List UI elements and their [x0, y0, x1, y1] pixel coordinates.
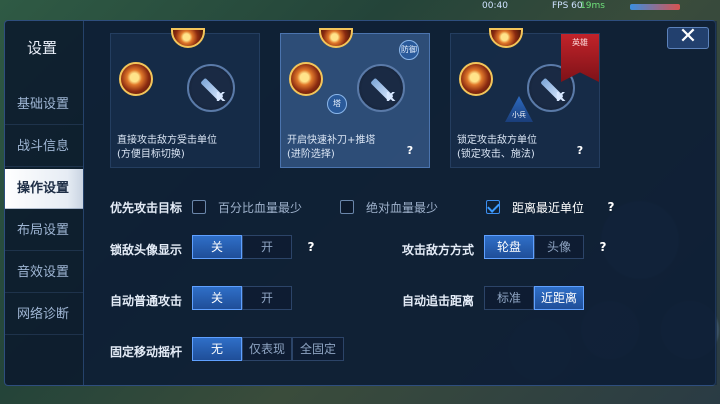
card-caption: 开启快速补刀+推塔 (进阶选择): [287, 135, 376, 160]
fps-readout: FPS 60: [552, 1, 583, 11]
skill-icon-top: [171, 28, 205, 48]
joystick-fully-fixed-option[interactable]: 全固定: [292, 337, 344, 361]
attack-mode-help-icon[interactable]: ?: [596, 240, 610, 254]
fire-skill-icon: [289, 62, 323, 96]
fixed-joystick-label: 固定移动摇杆: [110, 345, 183, 359]
attack-sword-icon: K: [187, 64, 235, 112]
auto-chase-toggle: 标准 近距离: [484, 286, 584, 310]
joystick-visual-only-option[interactable]: 仅表现: [242, 337, 292, 361]
skill-icon-top: [319, 28, 353, 48]
lowest-percent-hp-label: 百分比血量最少: [218, 201, 303, 215]
checkbox-nearest-unit[interactable]: [486, 200, 500, 214]
sidebar-item-basic[interactable]: 基础设置: [5, 85, 83, 125]
attack-mode-toggle: 轮盘 头像: [484, 235, 584, 259]
sidebar-item-battle-info[interactable]: 战斗信息: [5, 127, 83, 167]
attack-mode-card-quick-lasthit[interactable]: K 防御 塔 开启快速补刀+推塔 (进阶选择) ?: [280, 28, 430, 168]
ping-readout: 19ms: [580, 1, 605, 11]
priority-target-label: 优先攻击目标: [110, 201, 183, 215]
settings-panel: 设置 基础设置 战斗信息 操作设置 布局设置 音效设置 网络诊断 K 直接攻击敌…: [4, 20, 717, 386]
sidebar-item-network[interactable]: 网络诊断: [5, 295, 83, 335]
match-time: 00:40: [482, 1, 508, 11]
attack-mode-wheel-option[interactable]: 轮盘: [484, 235, 534, 259]
auto-attack-toggle: 关 开: [192, 286, 292, 310]
sidebar-item-controls[interactable]: 操作设置: [5, 169, 83, 209]
checkbox-lowest-absolute-hp[interactable]: [340, 200, 354, 214]
lock-avatar-on-option[interactable]: 开: [242, 235, 292, 259]
status-hud: 00:40 FPS 60 19ms: [470, 0, 720, 14]
minion-badge-icon: 塔: [327, 94, 347, 114]
lock-avatar-off-option[interactable]: 关: [192, 235, 242, 259]
fire-skill-icon: [459, 62, 493, 96]
attack-sword-icon: K: [357, 64, 405, 112]
auto-attack-label: 自动普通攻击: [110, 294, 183, 308]
hero-flag-icon: 英雄: [561, 34, 599, 82]
settings-sidebar: 设置 基础设置 战斗信息 操作设置 布局设置 音效设置 网络诊断: [5, 21, 83, 385]
card-help-icon[interactable]: ?: [573, 144, 587, 158]
card-caption: 锁定攻击敌方单位 (锁定攻击、施法): [457, 135, 537, 160]
lock-avatar-toggle: 关 开: [192, 235, 292, 259]
minion-tag-icon: 小兵: [505, 96, 533, 122]
auto-attack-off-option[interactable]: 关: [192, 286, 242, 310]
card-caption: 直接攻击敌方受击单位 (方便目标切换): [117, 135, 217, 160]
auto-attack-on-option[interactable]: 开: [242, 286, 292, 310]
score-bar: [630, 4, 680, 10]
fire-skill-icon: [119, 62, 153, 96]
joystick-none-option[interactable]: 无: [192, 337, 242, 361]
attack-mode-avatar-option[interactable]: 头像: [534, 235, 584, 259]
card-help-icon[interactable]: ?: [403, 144, 417, 158]
attack-mode-card-direct[interactable]: K 直接攻击敌方受击单位 (方便目标切换): [110, 28, 260, 168]
close-button[interactable]: ✕: [667, 26, 709, 49]
fixed-joystick-toggle: 无 仅表现 全固定: [192, 337, 344, 361]
lock-avatar-help-icon[interactable]: ?: [304, 240, 318, 254]
sidebar-item-layout[interactable]: 布局设置: [5, 211, 83, 251]
sidebar-item-audio[interactable]: 音效设置: [5, 253, 83, 293]
settings-content: K 直接攻击敌方受击单位 (方便目标切换) K 防御 塔 开启快速补刀+推塔 (…: [83, 21, 717, 385]
auto-chase-standard-option[interactable]: 标准: [484, 286, 534, 310]
skill-icon-top: [489, 28, 523, 48]
tower-badge-icon: 防御: [399, 40, 419, 60]
nearest-unit-label: 距离最近单位: [512, 201, 585, 215]
settings-title: 设置: [27, 39, 58, 57]
auto-chase-close-option[interactable]: 近距离: [534, 286, 584, 310]
lock-avatar-label: 锁敌头像显示: [110, 243, 183, 257]
checkbox-lowest-percent-hp[interactable]: [192, 200, 206, 214]
lowest-absolute-hp-label: 绝对血量最少: [366, 201, 439, 215]
attack-mode-label: 攻击敌方方式: [402, 243, 475, 257]
priority-help-icon[interactable]: ?: [604, 200, 618, 214]
auto-chase-label: 自动追击距离: [402, 294, 475, 308]
attack-mode-card-lock[interactable]: K 英雄 小兵 锁定攻击敌方单位 (锁定攻击、施法) ?: [450, 28, 600, 168]
